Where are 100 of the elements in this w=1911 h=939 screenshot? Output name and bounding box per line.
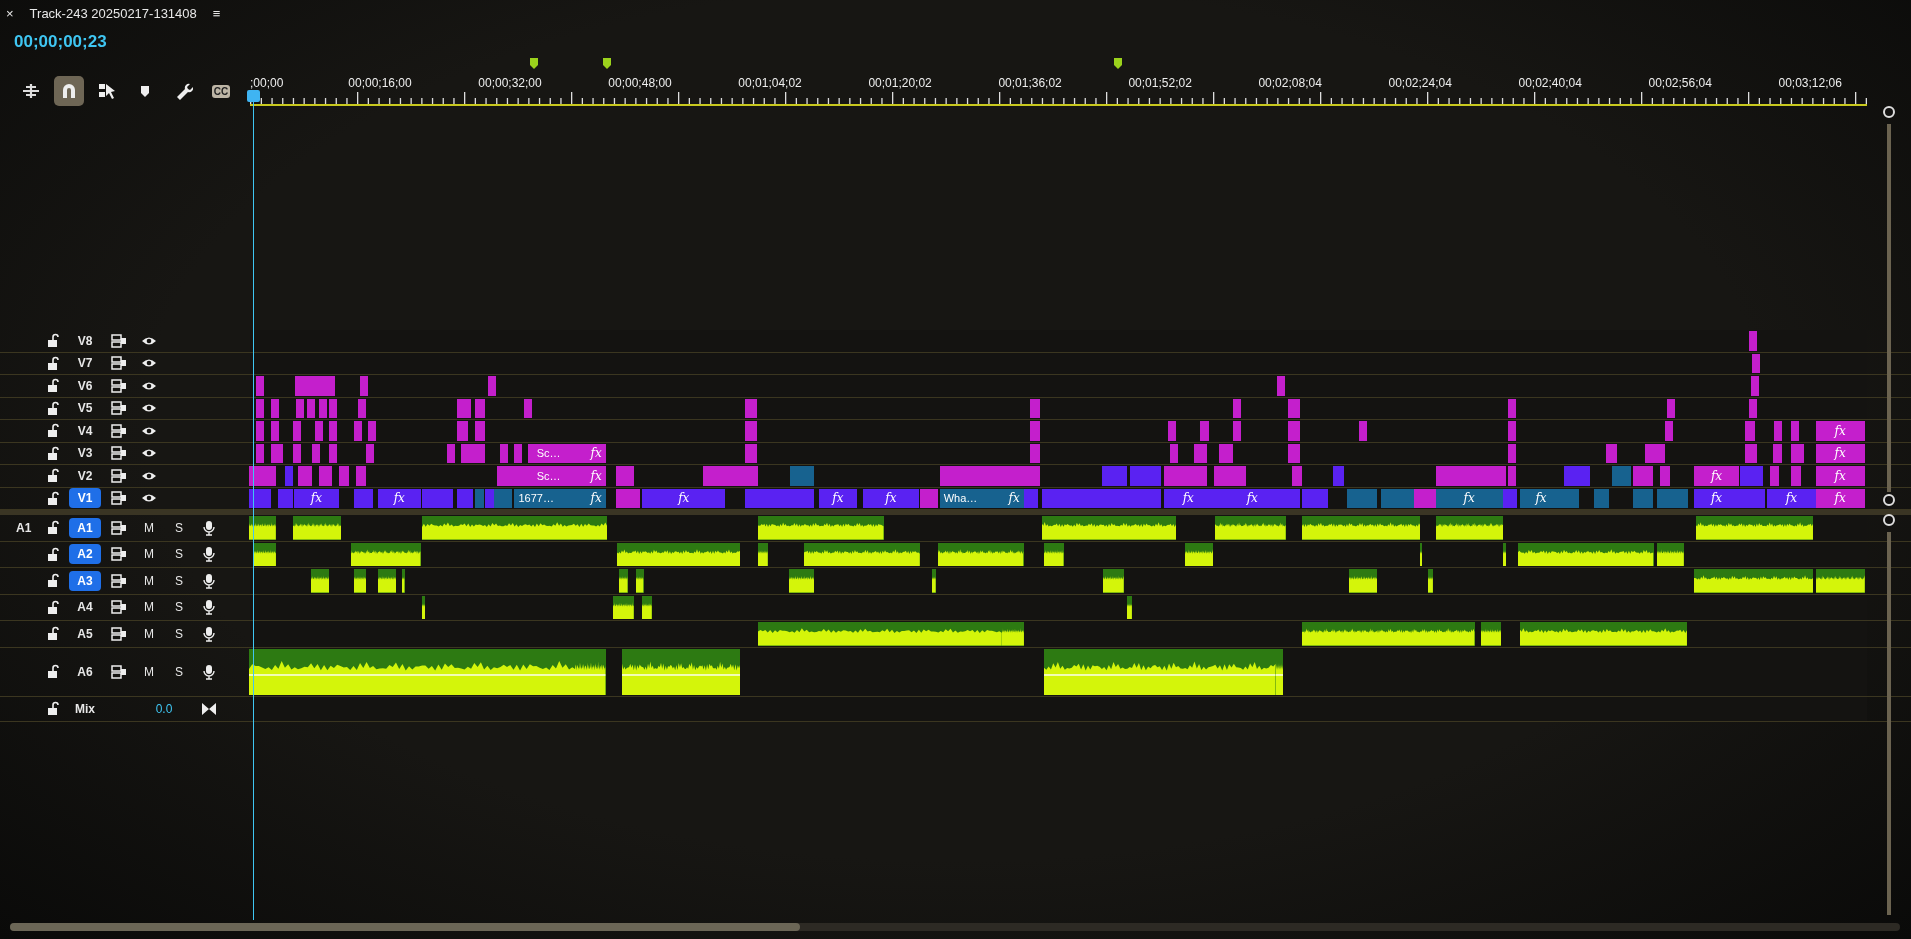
video-clip[interactable] bbox=[744, 488, 759, 508]
track-target-toggle[interactable]: V3 bbox=[69, 443, 101, 464]
audio-clip[interactable] bbox=[1815, 569, 1865, 593]
video-clip[interactable] bbox=[329, 443, 338, 463]
source-patch[interactable]: A1 bbox=[16, 520, 32, 535]
video-clip[interactable] bbox=[1791, 443, 1804, 463]
video-clip[interactable] bbox=[1507, 421, 1517, 441]
video-clip[interactable]: fx bbox=[1815, 443, 1865, 463]
video-clip[interactable] bbox=[1645, 443, 1665, 463]
audio-clip[interactable] bbox=[248, 648, 576, 695]
audio-clip[interactable] bbox=[353, 569, 366, 593]
lock-icon[interactable] bbox=[46, 355, 60, 371]
video-clip[interactable] bbox=[1751, 376, 1760, 396]
menu-button[interactable]: ≡ bbox=[212, 4, 221, 24]
lock-icon[interactable] bbox=[46, 599, 60, 615]
video-clip[interactable] bbox=[1288, 398, 1301, 418]
video-clip[interactable] bbox=[256, 398, 265, 418]
lock-icon[interactable] bbox=[46, 701, 60, 716]
video-clip[interactable] bbox=[920, 488, 939, 508]
track-target-toggle[interactable]: V7 bbox=[69, 353, 101, 374]
audio-clip[interactable] bbox=[1419, 542, 1423, 566]
lock-icon[interactable] bbox=[46, 490, 60, 506]
audio-clip[interactable] bbox=[1696, 516, 1814, 540]
video-clip[interactable] bbox=[270, 398, 279, 418]
track-target-toggle[interactable]: A6 bbox=[69, 661, 101, 682]
track-target-toggle[interactable]: V1 bbox=[69, 488, 101, 509]
video-clip[interactable] bbox=[285, 466, 294, 486]
video-clip[interactable] bbox=[1167, 421, 1176, 441]
video-clip[interactable] bbox=[1659, 466, 1670, 486]
solo-button[interactable]: S bbox=[175, 518, 183, 537]
audio-clip[interactable] bbox=[1518, 542, 1654, 566]
audio-clip[interactable] bbox=[1693, 569, 1814, 593]
microphone-icon[interactable] bbox=[201, 599, 217, 616]
video-clip[interactable] bbox=[256, 443, 265, 463]
video-clip[interactable]: fx bbox=[1815, 488, 1865, 508]
lock-icon[interactable] bbox=[46, 445, 60, 461]
video-clip[interactable] bbox=[1129, 466, 1162, 486]
video-clip[interactable] bbox=[744, 398, 757, 418]
audio-clip[interactable] bbox=[377, 569, 397, 593]
video-clip[interactable] bbox=[292, 421, 301, 441]
video-clip[interactable]: fx bbox=[819, 488, 857, 508]
audio-clip[interactable] bbox=[1502, 542, 1507, 566]
track-target-toggle[interactable]: A5 bbox=[69, 623, 101, 644]
solo-button[interactable]: S bbox=[175, 662, 183, 681]
video-clip[interactable] bbox=[1029, 443, 1040, 463]
track-target-toggle[interactable]: A4 bbox=[69, 597, 101, 618]
video-clip[interactable] bbox=[744, 443, 757, 463]
audio-clip[interactable] bbox=[402, 569, 405, 593]
track-target-toggle[interactable]: V5 bbox=[69, 398, 101, 419]
audio-clip[interactable] bbox=[788, 569, 815, 593]
audio-clip[interactable] bbox=[758, 516, 884, 540]
mute-button[interactable]: M bbox=[144, 624, 154, 643]
video-clip[interactable] bbox=[1194, 443, 1207, 463]
lock-icon[interactable] bbox=[46, 664, 60, 679]
video-clip[interactable] bbox=[329, 398, 338, 418]
lock-icon[interactable] bbox=[46, 626, 60, 642]
video-clip[interactable] bbox=[1507, 398, 1517, 418]
audio-clip[interactable] bbox=[1301, 516, 1420, 540]
microphone-icon[interactable] bbox=[201, 572, 217, 589]
video-clip[interactable] bbox=[1657, 488, 1688, 508]
audio-clip[interactable] bbox=[932, 569, 936, 593]
marker-icon[interactable] bbox=[603, 58, 612, 69]
video-clip[interactable]: fx bbox=[1767, 488, 1816, 508]
video-clip[interactable] bbox=[1413, 488, 1436, 508]
audio-clip[interactable] bbox=[613, 595, 634, 619]
video-clip[interactable] bbox=[487, 376, 496, 396]
lock-icon[interactable] bbox=[46, 423, 60, 439]
video-clip[interactable] bbox=[460, 443, 486, 463]
video-clip[interactable] bbox=[457, 488, 473, 508]
video-clip[interactable]: fx bbox=[1693, 466, 1740, 486]
audio-clip[interactable] bbox=[1042, 516, 1177, 540]
video-clip[interactable] bbox=[1213, 466, 1246, 486]
video-clip[interactable] bbox=[270, 421, 279, 441]
sync-lock-icon[interactable] bbox=[111, 333, 127, 348]
video-clip[interactable]: fx bbox=[1435, 488, 1503, 508]
audio-clip[interactable] bbox=[1377, 622, 1475, 646]
magnet-button[interactable] bbox=[54, 76, 84, 106]
video-clip[interactable] bbox=[1288, 443, 1301, 463]
video-clip[interactable] bbox=[1507, 466, 1517, 486]
video-clip[interactable] bbox=[1301, 488, 1329, 508]
scroll-thumb[interactable] bbox=[10, 923, 800, 931]
video-clip[interactable] bbox=[1200, 421, 1209, 441]
audio-clip[interactable] bbox=[758, 542, 768, 566]
video-clip[interactable] bbox=[524, 398, 533, 418]
video-clip[interactable] bbox=[1170, 443, 1178, 463]
scroll-handle[interactable] bbox=[1883, 514, 1895, 526]
lock-icon[interactable] bbox=[46, 546, 60, 562]
video-clip[interactable] bbox=[312, 443, 321, 463]
mute-button[interactable]: M bbox=[144, 518, 154, 537]
video-clip[interactable] bbox=[1633, 488, 1653, 508]
video-clip[interactable] bbox=[447, 443, 456, 463]
video-clip[interactable] bbox=[1745, 421, 1755, 441]
audio-clip[interactable] bbox=[1349, 569, 1378, 593]
marker-icon[interactable] bbox=[1113, 58, 1122, 69]
scroll-handle[interactable] bbox=[1883, 106, 1895, 118]
lock-icon[interactable] bbox=[46, 520, 60, 536]
audio-clip[interactable] bbox=[621, 648, 740, 695]
sync-lock-icon[interactable] bbox=[111, 573, 127, 588]
audio-clip[interactable] bbox=[292, 516, 342, 540]
solo-button[interactable]: S bbox=[175, 598, 183, 617]
